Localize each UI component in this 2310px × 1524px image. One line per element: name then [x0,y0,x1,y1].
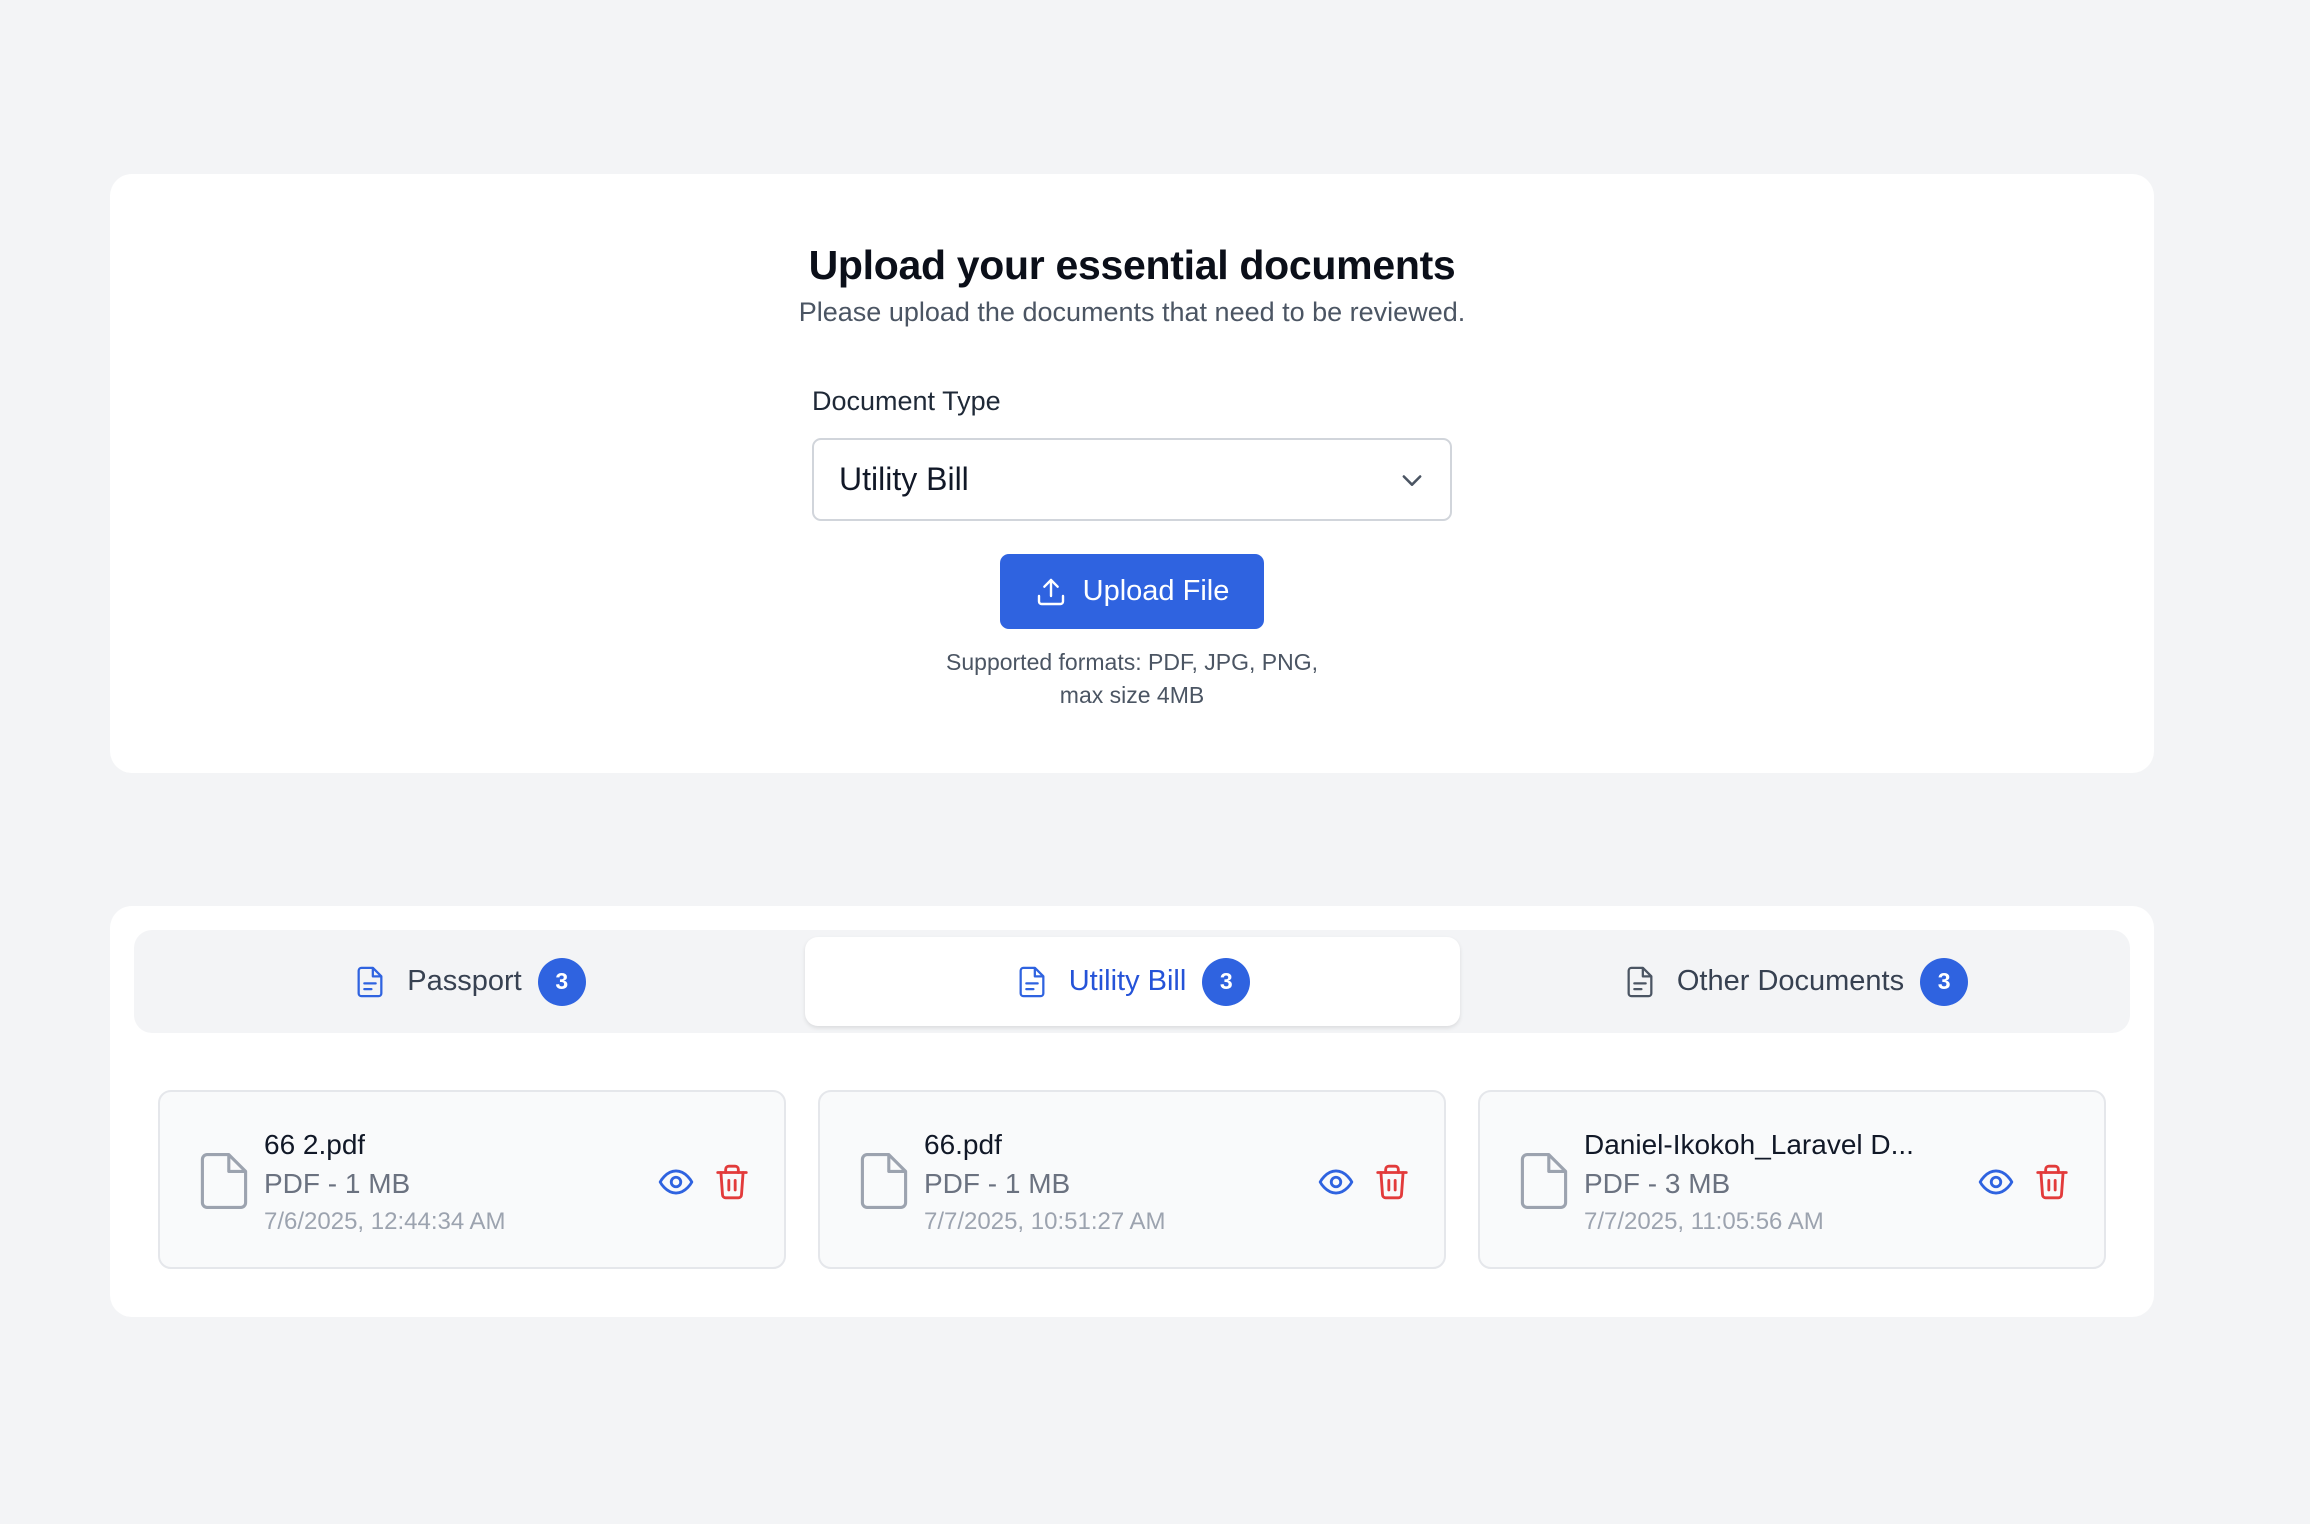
view-button[interactable] [656,1162,696,1202]
view-button[interactable] [1976,1162,2016,1202]
chevron-down-icon [1398,466,1426,494]
document-type-select[interactable]: Utility Bill [812,438,1452,521]
file-name: 66.pdf [924,1129,1002,1160]
tab-count-badge: 3 [1920,957,1969,1006]
file-card: 66.pdf PDF - 1 MB 7/7/2025, 10:51:27 AM [818,1090,1446,1269]
document-type-label: Document Type [812,386,1001,416]
upload-icon [1035,576,1067,608]
delete-button[interactable] [2032,1162,2072,1202]
supported-formats-hint: Supported formats: PDF, JPG, PNG, max si… [110,646,2154,712]
file-date: 7/6/2025, 12:44:34 AM [264,1208,506,1235]
page-title: Upload your essential documents [808,242,1456,288]
tab-label: Utility Bill [1068,965,1187,997]
trash-icon [2036,1164,2068,1200]
trash-icon [1376,1164,1408,1200]
trash-icon [716,1164,748,1200]
view-button[interactable] [1316,1162,1356,1202]
upload-file-label: Upload File [1082,575,1230,607]
eye-icon [1318,1169,1354,1195]
file-name: Daniel-Ikokoh_Laravel D... [1584,1129,1914,1160]
file-date: 7/7/2025, 10:51:27 AM [924,1208,1166,1235]
document-tabs: Passport 3 Utility Bill 3 Other Document… [134,930,2130,1033]
upload-file-button[interactable]: Upload File [1000,554,1264,629]
file-icon [1520,1153,1568,1209]
hint-line-2: max size 4MB [1059,682,1205,708]
tab-label: Passport [407,965,522,997]
eye-icon [1978,1169,2014,1195]
document-icon [1015,965,1069,999]
file-icon [200,1153,248,1209]
tab-count-badge: 3 [1202,957,1251,1006]
file-date: 7/7/2025, 11:05:56 AM [1584,1208,1824,1235]
document-type-value: Utility Bill [839,461,969,497]
page-subtitle: Please upload the documents that need to… [798,297,1466,327]
tab-passport[interactable]: Passport 3 [142,937,797,1026]
delete-button[interactable] [1372,1162,1412,1202]
file-meta: PDF - 1 MB [924,1168,1071,1199]
file-card: 66 2.pdf PDF - 1 MB 7/6/2025, 12:44:34 A… [158,1090,786,1269]
file-card: Daniel-Ikokoh_Laravel D... PDF - 3 MB 7/… [1478,1090,2106,1269]
documents-card: Passport 3 Utility Bill 3 Other Document… [110,906,2154,1317]
tab-utility-bill[interactable]: Utility Bill 3 [805,937,1460,1026]
file-meta: PDF - 3 MB [1584,1168,1731,1199]
file-meta: PDF - 1 MB [264,1168,411,1199]
document-icon [353,965,407,999]
hint-line-1: Supported formats: PDF, JPG, PNG, [946,649,1318,675]
tab-count-badge: 3 [537,957,586,1006]
tab-label: Other Documents [1676,965,1905,997]
tab-other-documents[interactable]: Other Documents 3 [1468,937,2123,1026]
delete-button[interactable] [712,1162,752,1202]
file-name: 66 2.pdf [264,1129,366,1160]
upload-card: Upload your essential documents Please u… [110,174,2154,773]
document-icon [1623,965,1677,999]
file-icon [860,1153,908,1209]
eye-icon [658,1169,694,1195]
